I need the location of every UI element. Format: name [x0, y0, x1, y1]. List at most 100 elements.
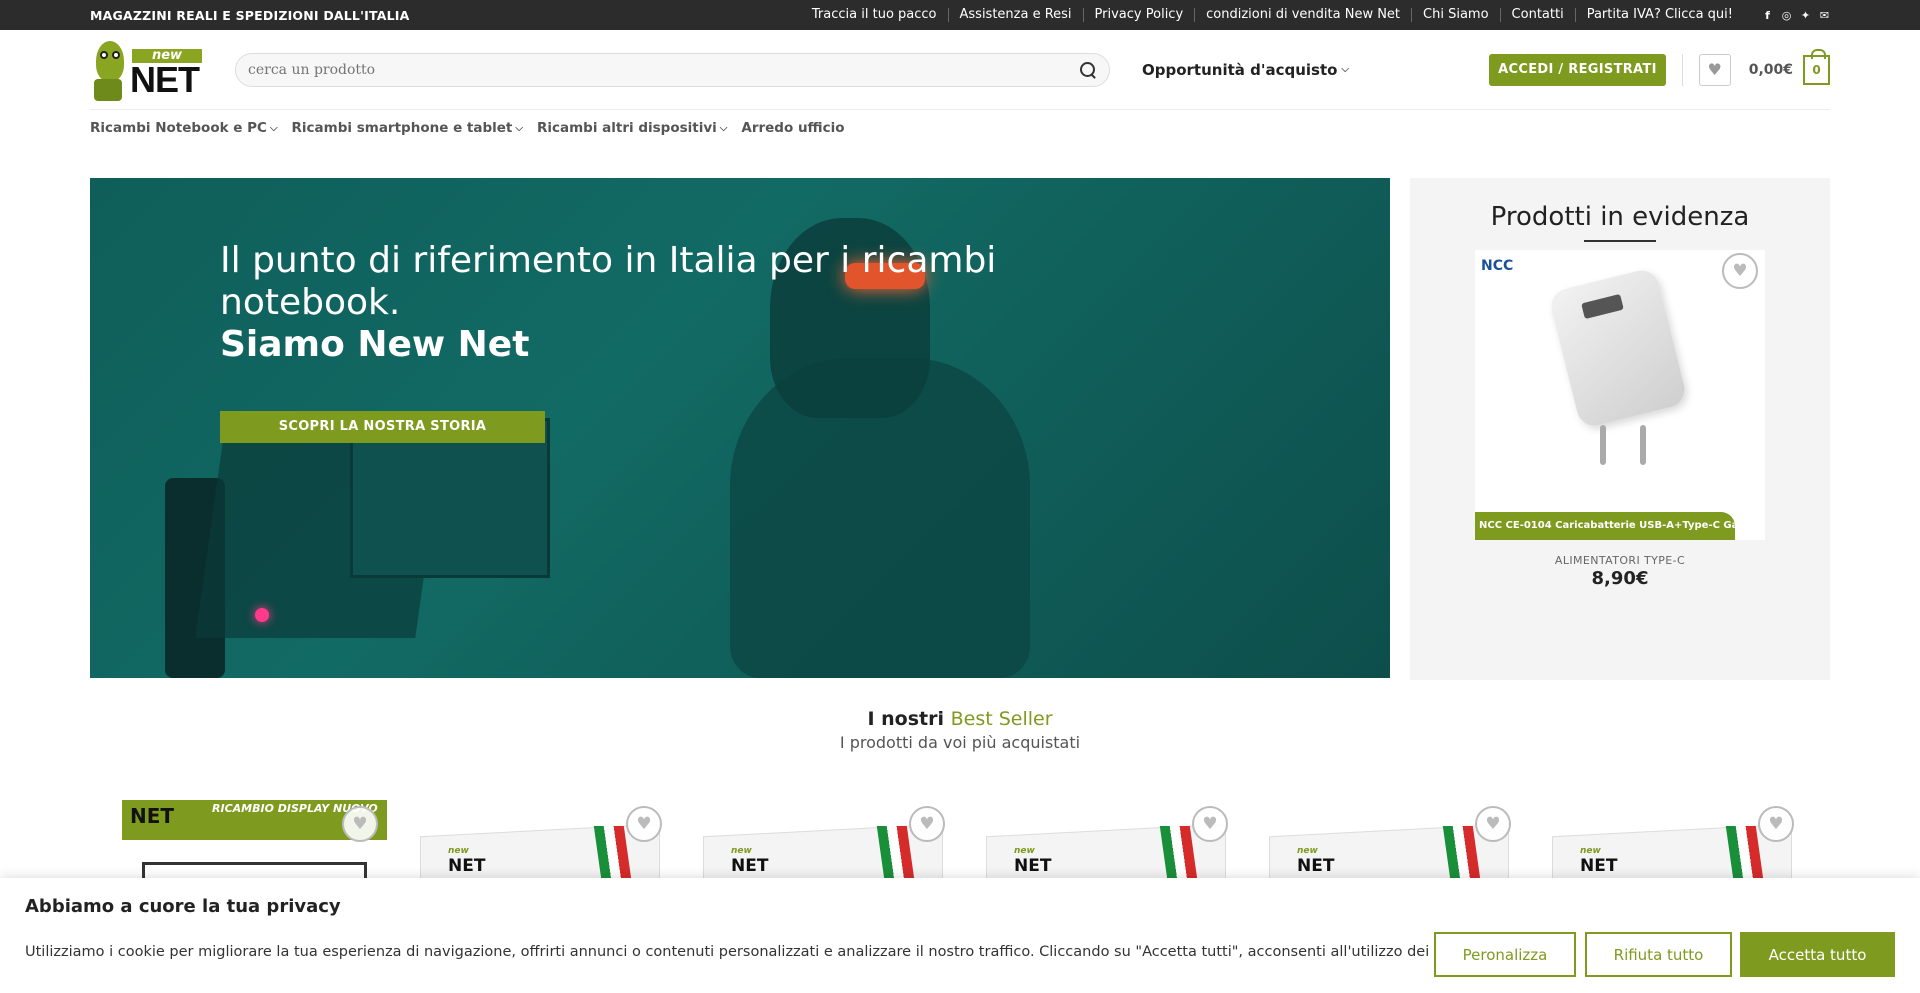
link-sale-conditions[interactable]: condizioni di vendita New Net [1194, 8, 1411, 22]
instagram-icon[interactable]: ◎ [1781, 10, 1792, 21]
facebook-icon[interactable]: f [1762, 10, 1773, 21]
plug-pin [1600, 425, 1606, 465]
cookie-banner: Abbiamo a cuore la tua privacy Utilizzia… [0, 878, 1920, 993]
product-logo-text: NET [448, 856, 486, 876]
featured-title: Prodotti in evidenza [1490, 202, 1750, 232]
product-logo-text: NET [1580, 856, 1618, 876]
nav-office-furniture[interactable]: Arredo ufficio [741, 120, 844, 136]
heart-icon: ♥ [636, 814, 652, 834]
add-to-wishlist-button[interactable]: ♥ [1475, 806, 1511, 842]
add-to-wishlist-button[interactable]: ♥ [1192, 806, 1228, 842]
bestseller-title: I nostri Best Seller [0, 708, 1920, 730]
search-bar [235, 52, 1110, 87]
heart-icon: ♥ [1732, 261, 1748, 281]
search-icon[interactable] [1079, 61, 1097, 79]
add-to-wishlist-button[interactable]: ♥ [1758, 806, 1794, 842]
hero-title: Il punto di riferimento in Italia per i … [220, 240, 1070, 366]
link-assistance-returns[interactable]: Assistenza e Resi [947, 8, 1083, 22]
charger-image [1547, 266, 1689, 430]
product-logo-tag: new [1014, 846, 1035, 856]
discover-story-button[interactable]: SCOPRI LA NOSTRA STORIA [220, 411, 545, 443]
nav-label: Arredo ufficio [741, 120, 845, 136]
reject-cookies-button[interactable]: Rifiuta tutto [1585, 932, 1732, 977]
link-track-package[interactable]: Traccia il tuo pacco [801, 8, 948, 22]
bestseller-title-part: I nostri [867, 708, 951, 730]
cart-total[interactable]: 0,00€ [1749, 62, 1793, 78]
header-actions: ACCEDI / REGISTRATI ♥ 0,00€ 0 [1489, 48, 1830, 86]
product-card[interactable]: new NET ♥ [986, 800, 1250, 897]
product-logo-text: NET [731, 856, 769, 876]
product-card[interactable]: new NET ♥ [420, 800, 684, 897]
product-logo-tag: new [731, 846, 752, 856]
hero-banner: Il punto di riferimento in Italia per i … [90, 178, 1390, 678]
product-logo: new NET [1580, 846, 1617, 876]
search-input[interactable] [248, 61, 1079, 78]
wishlist-button[interactable]: ♥ [1698, 53, 1731, 86]
purchase-opportunities-label: Opportunità d'acquisto [1142, 60, 1338, 79]
mascot-head [96, 40, 124, 81]
product-logo: new NET [448, 846, 485, 876]
add-to-wishlist-button[interactable]: ♥ [342, 806, 378, 842]
mascot-body [94, 78, 122, 101]
product-logo: new NET [1297, 846, 1334, 876]
add-to-wishlist-button[interactable]: ♥ [1722, 253, 1758, 289]
nav-other-devices[interactable]: Ricambi altri dispositivi ⌵ [537, 120, 727, 136]
product-logo: new NET [1014, 846, 1051, 876]
featured-product-image[interactable]: NCC NCC CE-0104 Caricabatterie USB-A+Typ… [1475, 250, 1765, 540]
cart-count: 0 [1812, 62, 1821, 77]
product-card[interactable]: new NET ♥ [1269, 800, 1533, 897]
product-logo-text: NET [1014, 856, 1052, 876]
add-to-wishlist-button[interactable]: ♥ [909, 806, 945, 842]
mascot-eye-icon [100, 50, 108, 59]
social-links: f ◎ ✦ ✉ [1762, 10, 1830, 21]
logo-text: NET [130, 58, 200, 100]
hero-title-line: Il punto di riferimento in Italia per i … [220, 240, 997, 323]
heart-icon: ♥ [1485, 814, 1501, 834]
product-logo-tag: new [448, 846, 469, 856]
chevron-down-icon: ⌵ [515, 122, 523, 134]
link-contacts[interactable]: Contatti [1499, 8, 1575, 22]
hero-decor [255, 608, 269, 622]
heart-icon: ♥ [919, 814, 935, 834]
chevron-down-icon: ⌵ [1341, 64, 1350, 75]
heart-icon: ♥ [1707, 60, 1722, 79]
customize-cookies-button[interactable]: Peronalizza [1434, 932, 1576, 977]
site-logo[interactable]: new NET [90, 37, 205, 103]
add-to-wishlist-button[interactable]: ♥ [626, 806, 662, 842]
top-links: Traccia il tuo pacco Assistenza e Resi P… [801, 8, 1830, 22]
main-header: new NET Opportunità d'acquisto ⌵ ACCEDI … [90, 30, 1830, 110]
chevron-down-icon: ⌵ [719, 122, 728, 134]
chevron-down-icon: ⌵ [269, 122, 278, 134]
heart-icon: ♥ [352, 814, 368, 834]
mascot-eye-icon [112, 50, 120, 59]
hero-title-strong: Siamo New Net [220, 324, 530, 365]
divider [1584, 240, 1656, 242]
twitter-icon[interactable]: ✦ [1800, 10, 1811, 21]
product-banner: NCC CE-0104 Caricabatterie USB-A+Type-C … [1475, 512, 1735, 540]
accept-cookies-button[interactable]: Accetta tutto [1740, 932, 1895, 977]
usb-port [1581, 293, 1624, 320]
plug-pin [1640, 425, 1646, 465]
cookie-title: Abbiamo a cuore la tua privacy [25, 896, 341, 917]
link-vat-number[interactable]: Partita IVA? Clicca qui! [1574, 8, 1744, 22]
product-logo-tag: new [1580, 846, 1601, 856]
email-icon[interactable]: ✉ [1819, 10, 1830, 21]
product-logo-text: NET [1297, 856, 1335, 876]
bestseller-title-highlight: Best Seller [950, 708, 1053, 730]
nav-label: Ricambi Notebook e PC [90, 120, 267, 136]
link-about-us[interactable]: Chi Siamo [1411, 8, 1500, 22]
product-category[interactable]: ALIMENTATORI TYPE-C [1410, 554, 1830, 567]
product-card[interactable]: new NET ♥ [703, 800, 967, 897]
login-register-button[interactable]: ACCEDI / REGISTRATI [1489, 53, 1666, 86]
cart-icon[interactable]: 0 [1803, 48, 1830, 85]
nav-notebook-pc[interactable]: Ricambi Notebook e PC ⌵ [90, 120, 278, 136]
featured-products: Prodotti in evidenza NCC NCC CE-0104 Car… [1410, 178, 1830, 680]
top-bar: MAGAZZINI REALI E SPEDIZIONI DALL'ITALIA… [0, 0, 1920, 30]
product-card[interactable]: NET RICAMBIO DISPLAY NUOVO ♥ [122, 800, 387, 902]
nav-smartphone-tablet[interactable]: Ricambi smartphone e tablet ⌵ [292, 120, 523, 136]
nav-label: Ricambi altri dispositivi [536, 120, 717, 136]
brand-logo: NCC [1481, 258, 1514, 274]
product-card[interactable]: new NET ♥ [1552, 800, 1816, 897]
purchase-opportunities-menu[interactable]: Opportunità d'acquisto ⌵ [1142, 61, 1349, 79]
link-privacy-policy[interactable]: Privacy Policy [1082, 8, 1195, 22]
